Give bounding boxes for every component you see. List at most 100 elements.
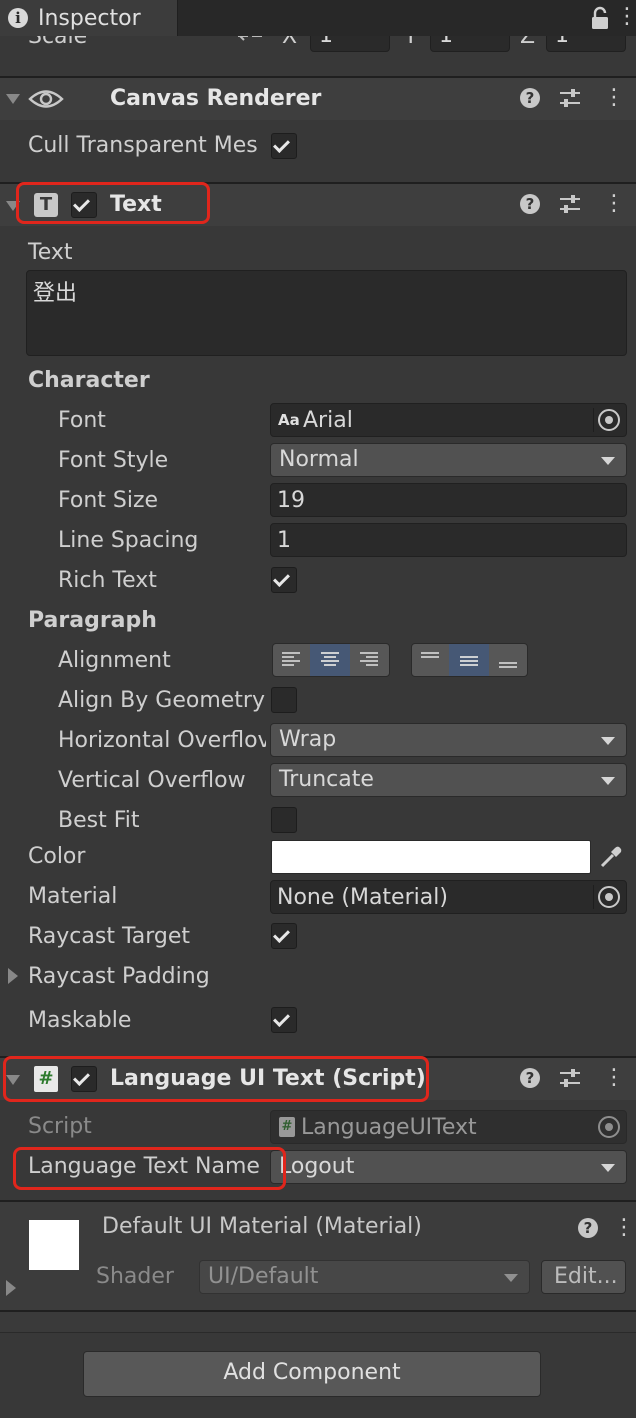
tab-menu-icon[interactable]: ⋮	[616, 6, 636, 28]
check-icon	[273, 1010, 290, 1027]
align-by-geometry-label: Align By Geometry	[58, 688, 265, 713]
chevron-down-icon	[601, 737, 615, 745]
presets-icon[interactable]	[559, 88, 581, 108]
material-menu-icon[interactable]: ⋮	[613, 1217, 635, 1239]
horizontal-overflow-label: Horizontal Overflov	[58, 728, 266, 753]
font-label: Font	[58, 408, 106, 433]
object-picker-icon[interactable]	[598, 886, 620, 908]
align-top-button[interactable]	[412, 644, 448, 676]
vertical-overflow-label: Vertical Overflow	[58, 768, 246, 793]
font-asset-icon: Aa	[278, 411, 300, 429]
rich-text-checkbox[interactable]	[271, 567, 297, 593]
chevron-down-icon	[601, 777, 615, 785]
line-spacing-label: Line Spacing	[58, 528, 199, 553]
divider	[593, 885, 594, 909]
edit-shader-button[interactable]: Edit...	[541, 1260, 626, 1294]
font-style-dropdown[interactable]: Normal	[270, 443, 627, 477]
rich-text-label: Rich Text	[58, 568, 157, 593]
inspector-tab[interactable]: i Inspector	[0, 0, 178, 36]
transform-scale-row: Scale X 1 Y 1 Z 1	[0, 36, 636, 76]
help-icon[interactable]: ?	[578, 1218, 598, 1238]
divider	[593, 408, 594, 432]
paragraph-header: Paragraph	[28, 608, 157, 633]
help-icon[interactable]: ?	[520, 194, 540, 214]
horizontal-overflow-label-clip: Horizontal Overflov	[58, 724, 266, 758]
horizontal-alignment-group	[272, 643, 390, 677]
chevron-down-icon	[504, 1274, 518, 1282]
vertical-alignment-group	[411, 643, 528, 677]
highlight-box-language-text-name	[13, 1147, 286, 1190]
text-label: Text	[28, 240, 73, 265]
maskable-label: Maskable	[28, 1008, 132, 1033]
canvas-renderer-header[interactable]: Canvas Renderer ? ⋮	[0, 78, 636, 120]
tab-bar: i Inspector ⋮	[0, 0, 636, 36]
material-preview-title: Default UI Material (Material)	[102, 1214, 422, 1239]
inspector-tab-label: Inspector	[38, 6, 141, 31]
scale-x-label: X	[282, 36, 298, 49]
color-label: Color	[28, 844, 86, 869]
scale-z-field[interactable]: 1	[546, 36, 626, 52]
component-menu-icon[interactable]: ⋮	[603, 193, 625, 215]
lock-icon[interactable]	[588, 6, 612, 32]
raycast-target-checkbox[interactable]	[271, 923, 297, 949]
scale-label: Scale	[28, 36, 88, 49]
material-label: Material	[28, 884, 118, 909]
eye-icon	[28, 90, 64, 108]
check-icon	[273, 136, 290, 153]
align-center-button[interactable]	[310, 644, 350, 676]
shader-dropdown[interactable]: UI/Default	[199, 1260, 530, 1294]
line-spacing-field[interactable]: 1	[270, 523, 627, 557]
presets-icon[interactable]	[559, 194, 581, 214]
eyedropper-icon[interactable]	[598, 844, 624, 870]
font-size-label: Font Size	[58, 488, 159, 513]
script-label: Script	[28, 1114, 92, 1139]
presets-icon[interactable]	[559, 1068, 581, 1088]
scale-y-field[interactable]: 1	[430, 36, 510, 52]
help-icon[interactable]: ?	[520, 1068, 540, 1088]
text-value-area[interactable]: 登出	[26, 270, 627, 356]
constrain-proportions-icon[interactable]	[236, 36, 264, 48]
object-picker-icon[interactable]	[598, 409, 620, 431]
material-field[interactable]: None (Material)	[270, 880, 627, 914]
best-fit-label: Best Fit	[58, 808, 140, 833]
best-fit-checkbox[interactable]	[271, 807, 297, 833]
fold-down-icon[interactable]	[6, 94, 20, 104]
component-menu-icon[interactable]: ⋮	[603, 1067, 625, 1089]
align-by-geometry-checkbox[interactable]	[271, 687, 297, 713]
align-top-icon	[421, 652, 439, 658]
horizontal-overflow-dropdown[interactable]: Wrap	[270, 723, 627, 757]
component-menu-icon[interactable]: ⋮	[603, 87, 625, 109]
vertical-overflow-dropdown[interactable]: Truncate	[270, 763, 627, 797]
align-right-icon	[360, 652, 378, 666]
chevron-down-icon	[601, 457, 615, 465]
language-text-name-dropdown[interactable]: Logout	[270, 1150, 627, 1184]
check-icon	[273, 570, 290, 587]
object-picker-icon	[598, 1116, 620, 1138]
fold-right-icon[interactable]	[8, 968, 18, 984]
cull-transparent-checkbox[interactable]	[271, 133, 297, 159]
font-style-label: Font Style	[58, 448, 169, 473]
info-icon: i	[8, 8, 28, 28]
align-bottom-button[interactable]	[490, 644, 526, 676]
font-size-field[interactable]: 19	[270, 483, 627, 517]
highlight-box-text-header	[16, 182, 210, 224]
alignment-label: Alignment	[58, 648, 171, 673]
check-icon	[273, 926, 290, 943]
align-middle-icon	[460, 656, 478, 666]
scale-x-field[interactable]: 1	[310, 36, 390, 52]
align-middle-button[interactable]	[449, 644, 489, 676]
chevron-down-icon	[601, 1164, 615, 1172]
align-center-icon	[321, 652, 339, 666]
align-right-button[interactable]	[351, 644, 387, 676]
highlight-box-language-header	[3, 1056, 429, 1102]
font-field[interactable]: Aa Arial	[270, 403, 627, 437]
color-swatch[interactable]	[271, 840, 591, 874]
align-left-icon	[282, 652, 300, 666]
align-left-button[interactable]	[273, 644, 309, 676]
material-thumbnail	[29, 1220, 79, 1270]
add-component-button[interactable]: Add Component	[83, 1351, 541, 1397]
fold-right-icon[interactable]	[6, 1280, 16, 1296]
help-icon[interactable]: ?	[520, 88, 540, 108]
maskable-checkbox[interactable]	[271, 1007, 297, 1033]
raycast-padding-label[interactable]: Raycast Padding	[28, 964, 210, 989]
